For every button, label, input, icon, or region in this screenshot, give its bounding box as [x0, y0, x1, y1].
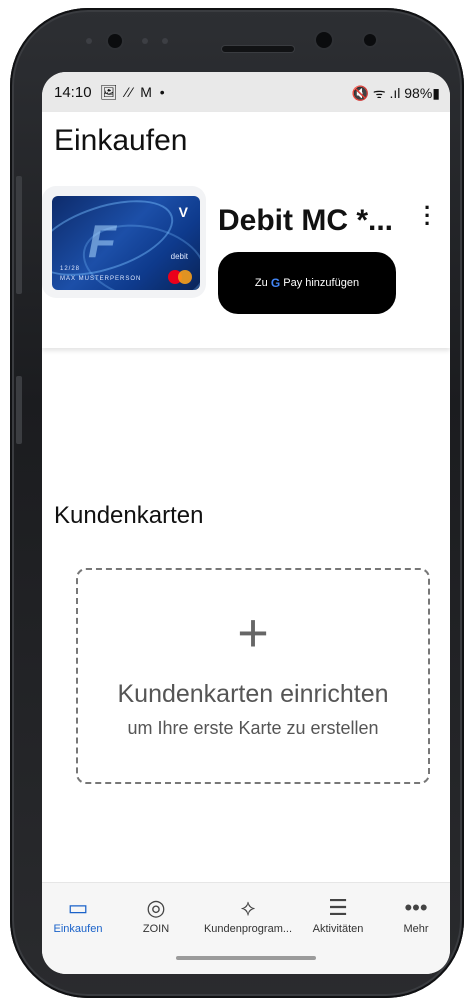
- sensor-dot: [162, 38, 168, 44]
- bank-logo-icon: V: [178, 204, 188, 220]
- payment-card-tile[interactable]: F V debit 12/28 MAX MUSTERPERSON: [42, 186, 206, 298]
- empty-state-subtitle: um Ihre erste Karte zu erstellen: [127, 718, 379, 738]
- nav-label: Aktivitäten: [312, 923, 364, 935]
- nav-item-mehr[interactable]: ••• Mehr: [376, 893, 450, 935]
- nav-item-zoin[interactable]: ◎ ZOIN: [116, 893, 196, 935]
- status-bar: 14:10 🖼 ⁄⁄ M • 🔇 ᯤ .ıl 98%▮: [42, 72, 450, 112]
- notification-icons: 🖼 ⁄⁄ M •: [100, 84, 167, 100]
- add-loyalty-card-button[interactable]: + Kundenkarten einrichten um Ihre erste …: [76, 568, 430, 784]
- card-icon: ▭: [67, 895, 89, 920]
- gpay-prefix: Zu: [254, 277, 268, 289]
- nav-label: Kundenprogram...: [203, 923, 293, 935]
- more-horizontal-icon: •••: [404, 895, 428, 920]
- add-to-gpay-button[interactable]: Zu G Pay hinzufügen: [218, 252, 396, 314]
- earpiece-speaker: [222, 46, 294, 52]
- power-button: [16, 376, 22, 444]
- google-g-icon: G: [270, 276, 281, 290]
- card-watermark: F: [88, 215, 117, 267]
- zoin-icon: ◎: [146, 895, 166, 920]
- gpay-suffix: Pay hinzufügen: [283, 277, 360, 289]
- activities-icon: ☰: [328, 895, 348, 920]
- nav-label: ZOIN: [142, 923, 170, 935]
- wallet-header: Einkaufen F V debit 12/28 MAX MUSTERPERS…: [42, 112, 450, 348]
- volume-button: [16, 176, 22, 294]
- system-status-icons: 🔇 ᯤ .ıl 98%▮: [351, 85, 441, 101]
- camera-sensor: [316, 32, 332, 48]
- front-camera: [108, 34, 122, 48]
- page-title: Einkaufen: [54, 124, 188, 157]
- phone-screen: 14:10 🖼 ⁄⁄ M • 🔇 ᯤ .ıl 98%▮ Einkaufen F …: [42, 72, 450, 974]
- nav-item-einkaufen[interactable]: ▭ Einkaufen: [42, 893, 118, 935]
- sensor-dot: [142, 38, 148, 44]
- card-type-label: debit: [170, 252, 188, 261]
- card-expiry: 12/28: [60, 266, 81, 272]
- nav-item-kundenprogramme[interactable]: ⟡ Kundenprogram...: [200, 893, 296, 935]
- nav-label: Einkaufen: [53, 923, 103, 935]
- card-image: F V debit 12/28 MAX MUSTERPERSON: [52, 196, 200, 290]
- camera-sensor: [364, 34, 376, 46]
- card-name: Debit MC *...: [218, 204, 394, 237]
- nav-label: Mehr: [403, 923, 429, 935]
- sensor-dot: [86, 38, 92, 44]
- empty-state-title: Kundenkarten einrichten: [117, 680, 389, 708]
- bottom-navigation: ▭ Einkaufen ◎ ZOIN ⟡ Kundenprogram... ☰ …: [42, 882, 450, 974]
- nav-item-aktivitaeten[interactable]: ☰ Aktivitäten: [298, 893, 378, 935]
- plus-icon: +: [237, 603, 269, 663]
- phone-frame: 14:10 🖼 ⁄⁄ M • 🔇 ᯤ .ıl 98%▮ Einkaufen F …: [10, 8, 464, 998]
- home-indicator[interactable]: [176, 956, 316, 960]
- more-vertical-icon[interactable]: · · ·: [424, 197, 431, 235]
- section-title: Kundenkarten: [54, 502, 204, 529]
- ticket-icon: ⟡: [240, 895, 256, 920]
- status-time: 14:10: [54, 84, 92, 101]
- card-holder: MAX MUSTERPERSON: [60, 276, 142, 282]
- mastercard-logo-icon: [178, 270, 192, 284]
